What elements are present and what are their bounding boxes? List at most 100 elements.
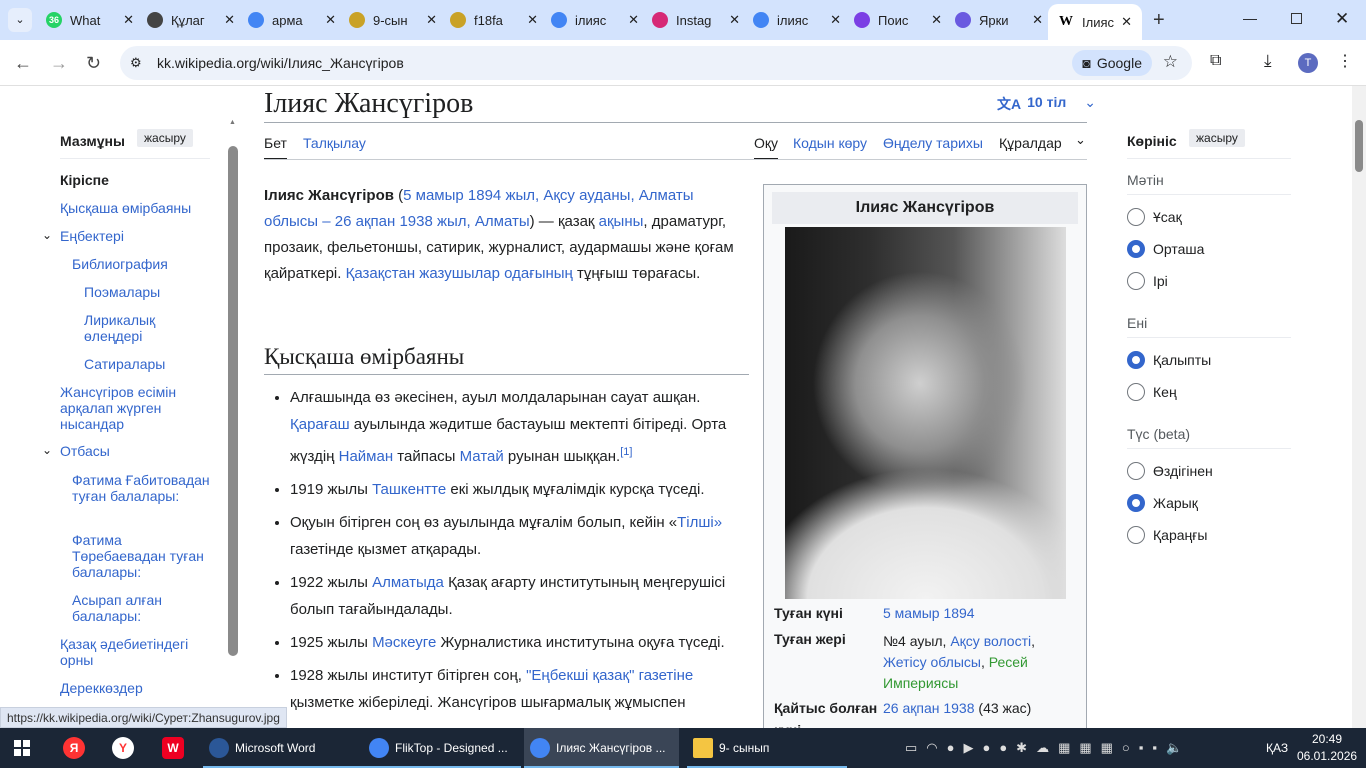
link[interactable]: 26 ақпан 1938	[883, 700, 975, 716]
toc-item[interactable]: Жансүгіров есімін арқалап жүрген нысанда…	[60, 384, 200, 432]
site-info-icon[interactable]: ⚙	[130, 55, 142, 71]
close-tab-icon[interactable]: ✕	[325, 12, 336, 28]
link[interactable]: Алматыда	[372, 574, 444, 591]
close-tab-icon[interactable]: ✕	[729, 12, 740, 28]
close-tab-icon[interactable]: ✕	[426, 12, 437, 28]
toc-item[interactable]: Қазақ әдебиетіндегі орны	[60, 636, 200, 668]
browser-tab[interactable]: 36 What ✕	[46, 8, 134, 32]
yandex-browser-icon[interactable]: Y	[112, 737, 134, 759]
radio-option[interactable]: Өздігінен	[1127, 462, 1213, 480]
close-tab-icon[interactable]: ✕	[1032, 12, 1043, 28]
bookmark-star-icon[interactable]: ☆	[1163, 52, 1178, 72]
browser-tab[interactable]: Ярки ✕	[955, 8, 1043, 32]
browser-tab[interactable]: W Ілияс ✕	[1048, 4, 1142, 40]
link[interactable]: ақыны	[599, 213, 644, 230]
radio-option[interactable]: Ұсақ	[1127, 208, 1182, 226]
tab-talk[interactable]: Талқылау	[303, 135, 366, 151]
tab-search-button[interactable]: ⌄	[8, 8, 32, 32]
link[interactable]: Тілші»	[677, 514, 722, 531]
toc-item[interactable]: Еңбектері	[60, 228, 124, 244]
wps-icon[interactable]: W	[162, 737, 184, 759]
radio-option[interactable]: Орташа	[1127, 240, 1204, 258]
taskbar-app[interactable]: 9- сынып	[687, 728, 847, 768]
close-tab-icon[interactable]: ✕	[628, 12, 639, 28]
tab-history[interactable]: Өңделу тарихы	[883, 135, 983, 151]
browser-tab[interactable]: ілияс ✕	[551, 8, 639, 32]
close-tab-icon[interactable]: ✕	[224, 12, 235, 28]
close-tab-icon[interactable]: ✕	[931, 12, 942, 28]
radio-option[interactable]: Кең	[1127, 383, 1177, 401]
taskbar-app[interactable]: Ілияс Жансүгіров ...	[524, 728, 679, 768]
forward-button[interactable]: →	[50, 53, 68, 74]
page-scrollbar[interactable]	[1352, 86, 1366, 728]
toc-collapse-icon[interactable]: ⌄	[42, 443, 52, 457]
new-tab-button[interactable]: +	[1153, 9, 1165, 32]
link[interactable]: Алматы	[475, 213, 530, 230]
radio-option[interactable]: Ірі	[1127, 272, 1168, 290]
toc-hide-button[interactable]: жасыру	[137, 129, 193, 147]
tab-read[interactable]: Оқу	[754, 135, 779, 160]
radio-option[interactable]: Қалыпты	[1127, 351, 1211, 369]
tab-page[interactable]: Бет	[264, 135, 287, 160]
close-tab-icon[interactable]: ✕	[830, 12, 841, 28]
link[interactable]: "Еңбекші қазақ" газетіне	[526, 667, 693, 684]
minimize-button[interactable]: —	[1243, 10, 1257, 26]
link[interactable]: Ташкентте	[372, 481, 446, 498]
radio-circle[interactable]	[1127, 494, 1145, 512]
clock-date[interactable]: 06.01.2026	[1297, 749, 1357, 763]
radio-circle[interactable]	[1127, 383, 1145, 401]
toc-item[interactable]: Қысқаша өмірбаяны	[60, 200, 191, 216]
google-lens-button[interactable]: ◙ Google	[1072, 50, 1152, 76]
born-value[interactable]: 5 мамыр 1894	[883, 605, 975, 621]
taskbar-app[interactable]: FlikTop - Designed ...	[363, 728, 521, 768]
browser-tab[interactable]: Құлаг ✕	[147, 8, 235, 32]
toc-item[interactable]: Дереккөздер	[60, 680, 143, 696]
toc-item[interactable]: Асырап алған балалары:	[72, 592, 182, 624]
downloads-icon[interactable]: ⤓	[1264, 51, 1272, 71]
menu-icon[interactable]: ⋮	[1337, 51, 1353, 71]
close-tab-icon[interactable]: ✕	[1121, 14, 1132, 30]
toc-item[interactable]: Лирикалық өлеңдері	[84, 312, 174, 344]
toc-item[interactable]: Сатиралары	[84, 356, 165, 372]
toc-item[interactable]: Отбасы	[60, 443, 110, 459]
extensions-icon[interactable]: ⧉	[1210, 52, 1221, 70]
clock-time[interactable]: 20:49	[1312, 732, 1342, 746]
close-tab-icon[interactable]: ✕	[123, 12, 134, 28]
link[interactable]: 26 ақпан 1938 жыл	[335, 213, 467, 230]
restore-button[interactable]	[1291, 13, 1302, 24]
browser-tab[interactable]: Поис ✕	[854, 8, 942, 32]
link[interactable]: Матай	[460, 448, 504, 465]
browser-tab[interactable]: Instag ✕	[652, 8, 740, 32]
radio-circle[interactable]	[1127, 208, 1145, 226]
back-button[interactable]: ←	[14, 53, 32, 74]
link[interactable]: Қарағаш	[290, 416, 350, 433]
start-button[interactable]	[14, 740, 30, 756]
toc-item[interactable]: Библиография	[72, 256, 168, 272]
toc-item-intro[interactable]: Кіріспе	[60, 172, 109, 188]
reference-link[interactable]: [1]	[620, 446, 632, 458]
reload-button[interactable]: ↻	[86, 53, 101, 74]
radio-option[interactable]: Жарық	[1127, 494, 1198, 512]
yandex-icon[interactable]: Я	[63, 737, 85, 759]
toc-scrollbar[interactable]: ▲	[228, 119, 238, 656]
browser-tab[interactable]: 9-сын ✕	[349, 8, 437, 32]
language-indicator[interactable]: ҚАЗ	[1266, 741, 1288, 755]
tab-view-source[interactable]: Кодын көру	[793, 135, 867, 151]
toc-item[interactable]: Фатима Ғабитовадан туған балалары:	[72, 472, 210, 504]
link[interactable]: Ақсу волості	[950, 633, 1031, 649]
radio-circle[interactable]	[1127, 526, 1145, 544]
close-window-button[interactable]: ✕	[1335, 9, 1349, 29]
radio-option[interactable]: Қараңғы	[1127, 526, 1207, 544]
taskbar-app[interactable]: Microsoft Word	[203, 728, 363, 768]
close-tab-icon[interactable]: ✕	[527, 12, 538, 28]
toc-item[interactable]: Поэмалары	[84, 284, 160, 300]
tools-dropdown[interactable]: Құралдар	[999, 135, 1062, 151]
browser-tab[interactable]: ілияс ✕	[753, 8, 841, 32]
profile-avatar[interactable]: T	[1298, 53, 1318, 73]
browser-tab[interactable]: арма ✕	[248, 8, 336, 32]
radio-circle[interactable]	[1127, 272, 1145, 290]
link[interactable]: Жетісу облысы	[883, 654, 981, 670]
toc-collapse-icon[interactable]: ⌄	[42, 228, 52, 242]
link[interactable]: Ақсу ауданы	[543, 187, 630, 204]
link[interactable]: Мәскеуге	[372, 634, 436, 651]
